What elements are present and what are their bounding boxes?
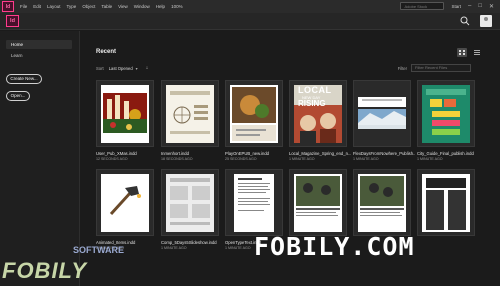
- file-thumbnail[interactable]: [225, 80, 283, 147]
- minimize-button[interactable]: –: [468, 3, 471, 9]
- file-time: 1 MINUTE AGO: [289, 157, 315, 161]
- file-thumbnail[interactable]: [96, 169, 154, 236]
- sort-label: Sort: [96, 65, 104, 71]
- watermark-url: FOBILY.COM: [254, 232, 415, 261]
- file-thumbnail[interactable]: [353, 169, 411, 236]
- grid-view-icon[interactable]: [457, 48, 467, 57]
- sidebar: Home Learn Create New... Open...: [0, 31, 80, 286]
- file-time: 1 MINUTE AGO: [417, 157, 443, 161]
- open-button[interactable]: Open...: [6, 91, 30, 101]
- cyclists-thumbnail-image: [294, 174, 342, 232]
- file-time: 1 MINUTE AGO: [353, 157, 379, 161]
- file-thumbnail[interactable]: [161, 169, 219, 236]
- file-name[interactable]: Inmenhort.indd: [161, 151, 223, 156]
- file-time: 12 SECONDS AGO: [96, 157, 128, 161]
- sidebar-item-home[interactable]: Home: [6, 40, 72, 49]
- text-columns-thumbnail-image: [422, 174, 470, 232]
- magazine-title-text: LOCAL: [298, 85, 332, 95]
- file-name[interactable]: Local_Magazine_Spring_end_n...: [289, 151, 351, 156]
- menu-file[interactable]: File: [20, 4, 27, 9]
- file-thumbnail[interactable]: [225, 169, 283, 236]
- cyclists-thumbnail-image: [358, 174, 406, 232]
- file-thumbnail[interactable]: LOCAL NEW DAY RISING: [289, 80, 347, 147]
- recent-heading: Recent: [96, 49, 117, 55]
- menu: File Edit Layout Type Object Table View …: [20, 4, 189, 9]
- profile-avatar-icon[interactable]: [480, 15, 492, 27]
- slideshow-thumbnail-image: [166, 174, 214, 232]
- file-name[interactable]: User_Pub_XMas.indd: [96, 151, 158, 156]
- file-time: 25 SECONDS AGO: [225, 157, 257, 161]
- file-time: 18 SECONDS AGO: [161, 157, 193, 161]
- file-name[interactable]: PlayOnEPUB_new.indd: [225, 151, 287, 156]
- search-icon[interactable]: [460, 16, 470, 26]
- file-thumbnail[interactable]: [417, 169, 475, 236]
- menu-table[interactable]: Table: [101, 4, 112, 9]
- file-thumbnail[interactable]: [289, 169, 347, 236]
- watermark-software: SOFTWARE: [73, 245, 124, 255]
- chevron-down-icon[interactable]: ▾: [136, 66, 138, 71]
- menu-bar: Id File Edit Layout Type Object Table Vi…: [0, 0, 500, 13]
- text-doc-thumbnail-image: [234, 174, 274, 232]
- menu-view[interactable]: View: [118, 4, 128, 9]
- menu-help[interactable]: Help: [156, 4, 165, 9]
- watermark-brand: FOBILY: [2, 258, 88, 283]
- sort-dropdown[interactable]: Last Opened: [109, 66, 133, 71]
- list-view-icon[interactable]: [472, 48, 482, 57]
- start-header: [0, 13, 500, 30]
- filter-input[interactable]: Filter Recent Files: [411, 64, 471, 72]
- xmas-thumbnail-image: [101, 85, 149, 143]
- menubar-right: Adobe Stock Start – □ ✕: [400, 2, 494, 10]
- magazine-big-text: RISING: [298, 99, 326, 108]
- indesign-app-icon[interactable]: Id: [2, 1, 14, 12]
- file-name[interactable]: City_Guide_Final_publish.indd: [417, 151, 479, 156]
- file-thumbnail[interactable]: [161, 80, 219, 147]
- create-new-button[interactable]: Create New...: [6, 74, 42, 84]
- food-thumbnail-image: [230, 85, 278, 143]
- animated-items-thumbnail-image: [101, 174, 149, 232]
- menu-type[interactable]: Type: [67, 4, 77, 9]
- file-thumbnail[interactable]: [417, 80, 475, 147]
- filter-label: Filter: [397, 66, 407, 71]
- file-thumbnail[interactable]: [353, 80, 411, 147]
- diagram-thumbnail-image: [166, 85, 214, 143]
- workspace-switcher[interactable]: Start: [451, 4, 461, 9]
- landscape-thumbnail-image: [358, 85, 406, 143]
- menu-window[interactable]: Window: [134, 4, 150, 9]
- menu-layout[interactable]: Layout: [47, 4, 61, 9]
- sort-direction-icon[interactable]: ↓: [146, 65, 149, 71]
- city-guide-thumbnail-image: [422, 85, 470, 143]
- zoom-level[interactable]: 100%: [171, 4, 183, 9]
- indesign-logo: Id: [6, 15, 19, 27]
- maximize-button[interactable]: □: [478, 3, 482, 9]
- stock-search-input[interactable]: Adobe Stock: [400, 2, 445, 10]
- file-time: 1 MINUTE AGO: [161, 246, 187, 250]
- file-name[interactable]: Comp_5Days5Slideshow.indd: [161, 240, 223, 245]
- sort-control: Sort Last Opened ▾ ↓: [96, 65, 148, 71]
- file-name[interactable]: FlexDaysFromNowhere_Publish...: [353, 151, 415, 156]
- close-button[interactable]: ✕: [489, 3, 494, 10]
- file-thumbnail[interactable]: [96, 80, 154, 147]
- sidebar-item-learn[interactable]: Learn: [6, 51, 72, 60]
- menu-edit[interactable]: Edit: [33, 4, 41, 9]
- menu-object[interactable]: Object: [82, 4, 95, 9]
